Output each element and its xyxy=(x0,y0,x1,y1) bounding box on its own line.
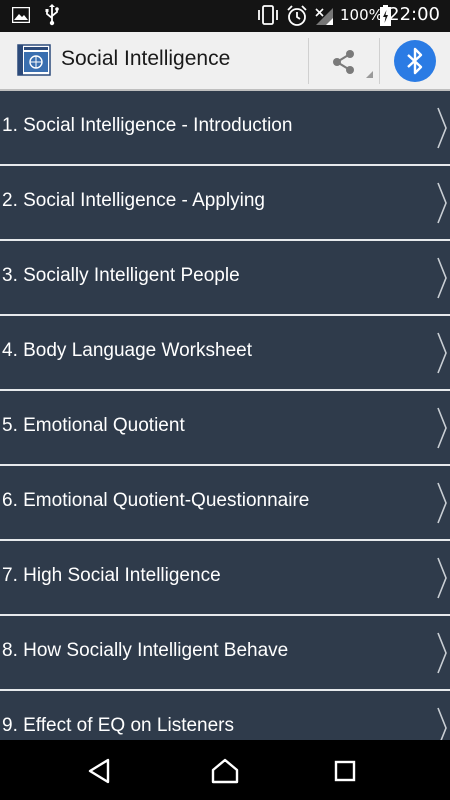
chevron-right-icon xyxy=(437,482,447,524)
status-bar: 100% 22:00 xyxy=(0,0,450,32)
list-item[interactable]: 3. Socially Intelligent People xyxy=(0,241,450,316)
image-icon xyxy=(12,7,30,23)
list-item-label: 2. Social Intelligence - Applying xyxy=(2,190,265,211)
battery-percent: 100% xyxy=(340,6,383,24)
share-button[interactable] xyxy=(308,38,380,84)
chevron-right-icon xyxy=(437,332,447,374)
app-title: Social Intelligence xyxy=(61,47,231,70)
alarm-icon xyxy=(287,5,307,26)
list-item[interactable]: 6. Emotional Quotient-Questionnaire xyxy=(0,466,450,541)
recents-icon[interactable] xyxy=(328,754,362,788)
list-item-label: 9. Effect of EQ on Listeners xyxy=(2,715,234,736)
overflow-corner-icon xyxy=(366,71,373,78)
list-item-label: 7. High Social Intelligence xyxy=(2,565,221,586)
chevron-right-icon xyxy=(437,257,447,299)
chevron-right-icon xyxy=(437,107,447,149)
list-item[interactable]: 5. Emotional Quotient xyxy=(0,391,450,466)
list-item-label: 3. Socially Intelligent People xyxy=(2,265,240,286)
signal-icon xyxy=(315,8,333,25)
navigation-bar xyxy=(0,740,450,800)
chevron-right-icon xyxy=(437,557,447,599)
app-bar: Social Intelligence xyxy=(0,32,450,91)
chevron-right-icon xyxy=(437,182,447,224)
chevron-right-icon xyxy=(437,632,447,674)
share-icon xyxy=(333,50,354,74)
bluetooth-icon xyxy=(407,47,423,75)
chevron-right-icon xyxy=(437,707,447,740)
bluetooth-button[interactable] xyxy=(394,40,436,82)
list-item[interactable]: 4. Body Language Worksheet xyxy=(0,316,450,391)
list-item-label: 8. How Socially Intelligent Behave xyxy=(2,640,289,661)
chevron-right-icon xyxy=(437,407,447,449)
topic-list[interactable]: 1. Social Intelligence - Introduction 2.… xyxy=(0,91,450,740)
list-item[interactable]: 1. Social Intelligence - Introduction xyxy=(0,91,450,166)
list-item[interactable]: 8. How Socially Intelligent Behave xyxy=(0,616,450,691)
list-item-label: 4. Body Language Worksheet xyxy=(2,340,252,361)
list-item[interactable]: 7. High Social Intelligence xyxy=(0,541,450,616)
list-item-label: 1. Social Intelligence - Introduction xyxy=(2,115,293,136)
vibrate-icon xyxy=(258,5,278,25)
clock: 22:00 xyxy=(388,4,440,25)
back-icon[interactable] xyxy=(82,754,116,788)
list-item[interactable]: 2. Social Intelligence - Applying xyxy=(0,166,450,241)
list-item[interactable]: 9. Effect of EQ on Listeners xyxy=(0,691,450,740)
list-item-label: 5. Emotional Quotient xyxy=(2,415,185,436)
list-item-label: 6. Emotional Quotient-Questionnaire xyxy=(2,490,310,511)
usb-icon xyxy=(45,4,59,26)
app-logo[interactable] xyxy=(16,43,52,77)
home-icon[interactable] xyxy=(208,754,242,788)
